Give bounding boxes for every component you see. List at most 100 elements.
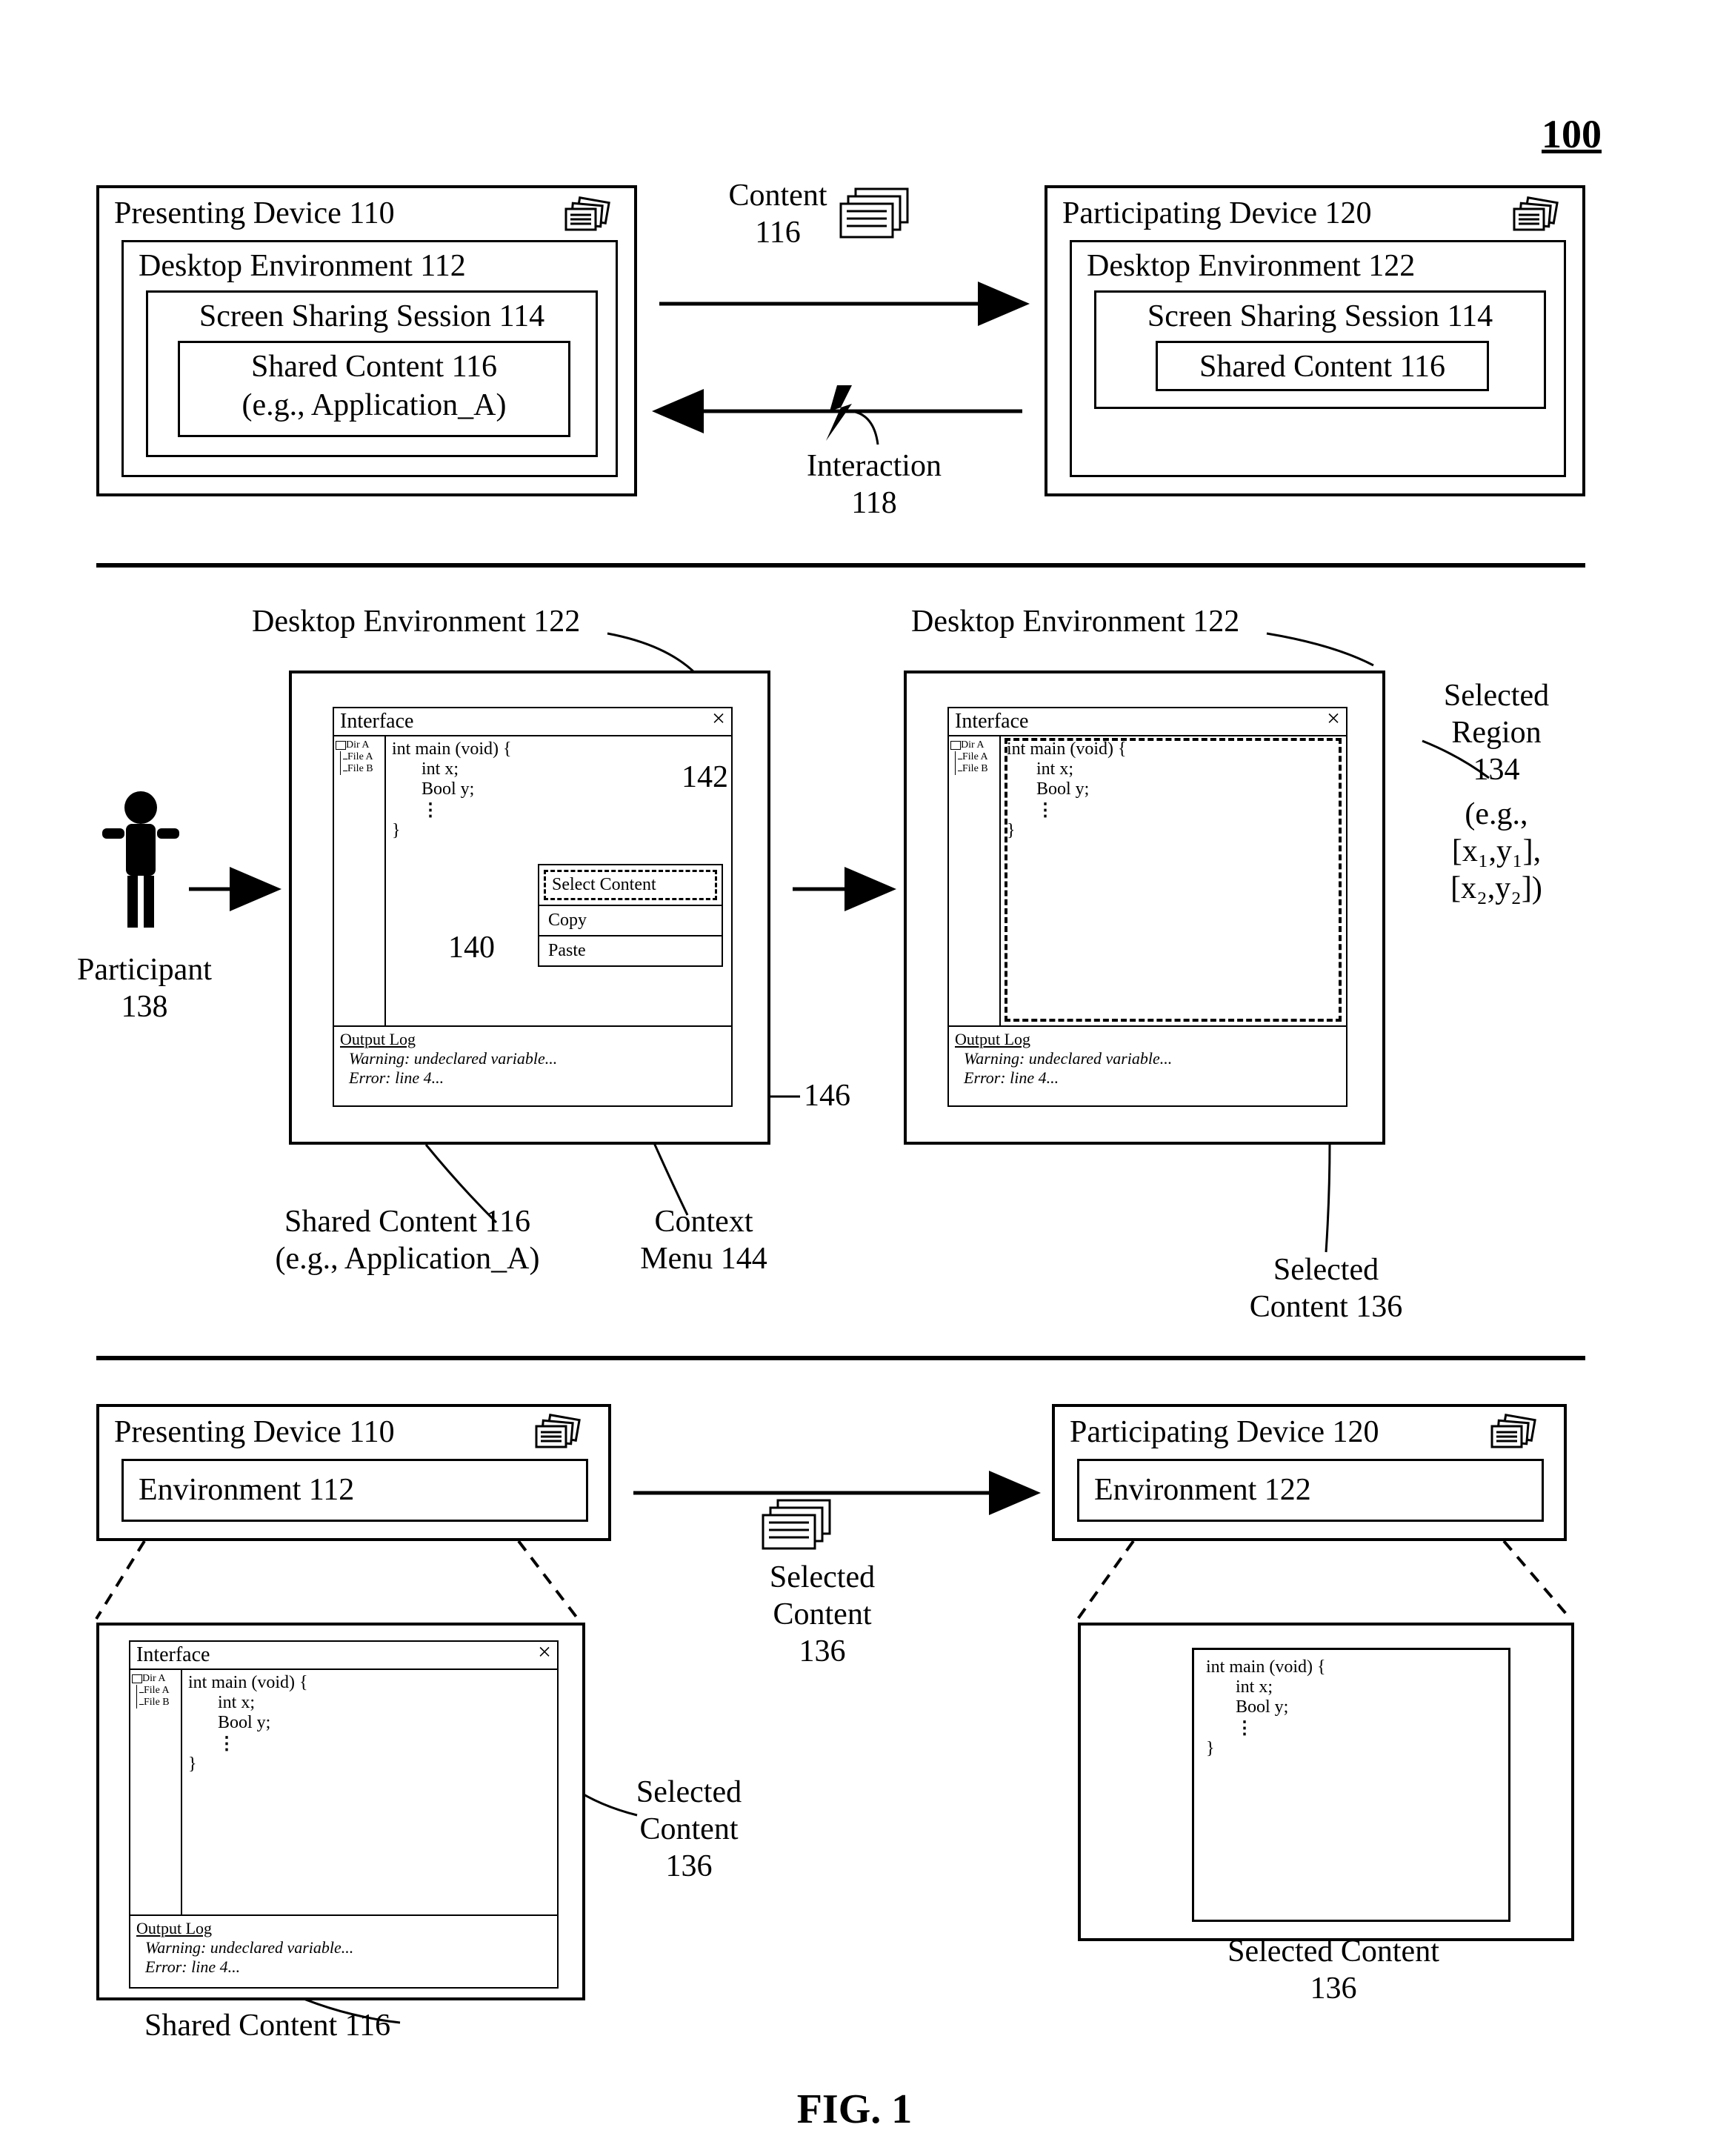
close-icon[interactable]: × — [712, 710, 725, 733]
log-line-r: Warning: undeclared variable... — [955, 1049, 1340, 1068]
close-icon[interactable]: × — [538, 1643, 551, 1667]
interface-window-right: Interface × Dir A File A File B int main… — [947, 707, 1347, 1107]
sel-region-eg1: (e.g., — [1422, 796, 1570, 832]
close-icon[interactable]: × — [1327, 710, 1340, 733]
sel-region-num: 134 — [1422, 752, 1570, 788]
shared-content-mid-eg: (e.g., Application_A) — [259, 1241, 556, 1277]
sel-region-1: Selected — [1422, 678, 1570, 713]
interface-titlebar-bl: Interface × — [130, 1642, 557, 1670]
code-pane-bl: int main (void) { int x; Bool y; ⋮ } — [182, 1670, 557, 1914]
log-line-r: Error: line 4... — [955, 1068, 1340, 1088]
menu-item-select[interactable]: Select Content — [544, 870, 717, 900]
tree-dir-bl: Dir A — [142, 1673, 166, 1684]
sel-content-mid-2: Content 136 — [1215, 1289, 1437, 1325]
log-title: Output Log — [340, 1030, 416, 1048]
sel-content-br: Selected Content — [1185, 1934, 1482, 1969]
sel-region-eg2: [x₁,y₁], — [1422, 834, 1570, 869]
presenting-device-bot: Presenting Device 110 Environment 112 — [96, 1404, 611, 1541]
participating-title-bot: Participating Device 120 — [1070, 1414, 1379, 1450]
shared-content-mid: Shared Content 116 — [259, 1204, 556, 1240]
ref-142: 142 — [682, 759, 728, 795]
code-pane-br: int main (void) { int x; Bool y; ⋮ } — [1194, 1650, 1508, 1766]
env-right-label: Desktop Environment 122 — [911, 604, 1239, 639]
file-tree-bl: Dir A File A File B — [130, 1670, 182, 1914]
tree-dir: Dir A — [346, 739, 370, 751]
env-title-bot-p: Environment 122 — [1094, 1472, 1311, 1508]
tree-fa-bl: File A — [144, 1685, 170, 1696]
ref-140: 140 — [448, 930, 495, 965]
code-line: int main (void) { — [1206, 1657, 1496, 1677]
interface-title-text: Interface — [340, 710, 413, 733]
context-menu[interactable]: Select Content Copy Paste — [538, 864, 723, 967]
sel-content-cn: 136 — [748, 1634, 896, 1669]
person-icon — [96, 785, 185, 948]
sel-content-bl2: Content — [615, 1811, 763, 1847]
output-log-r: Output Log Warning: undeclared variable.… — [949, 1025, 1346, 1091]
file-tree: Dir A File A File B — [334, 736, 386, 1025]
output-log: Output Log Warning: undeclared variable.… — [334, 1025, 731, 1091]
sel-content-brn: 136 — [1185, 1971, 1482, 2006]
interface-titlebar-r: Interface × — [949, 708, 1346, 736]
code-line: Bool y; — [392, 779, 725, 799]
tree-fb-bl: File B — [144, 1697, 170, 1708]
sel-content-mid-1: Selected — [1215, 1252, 1437, 1288]
sel-content-c1: Selected — [748, 1560, 896, 1595]
code-line: } — [1206, 1739, 1496, 1759]
tree-file-b: File B — [347, 763, 373, 774]
desktop-env-left: Interface × Dir A File A File B int main… — [289, 671, 770, 1145]
docs-icon — [1485, 1413, 1544, 1457]
tree-file-a: File A — [347, 751, 373, 762]
participant-label: Participant — [70, 952, 219, 988]
sel-region-eg3: [x₂,y₂]) — [1422, 871, 1570, 906]
vdots-bl: ⋮ — [188, 1733, 551, 1754]
sel-content-c2: Content — [748, 1597, 896, 1632]
tree-dir-r: Dir A — [961, 739, 985, 751]
expanded-env-left: Interface × Dir A File A File B int main… — [96, 1623, 585, 2000]
vdots: ⋮ — [392, 799, 725, 821]
ref-146: 146 — [804, 1078, 850, 1114]
code-line: Bool y; — [188, 1713, 551, 1733]
code-line: } — [392, 821, 725, 841]
sel-region-2: Region — [1422, 715, 1570, 751]
code-line: } — [188, 1754, 551, 1774]
sel-content-bln: 136 — [615, 1849, 763, 1884]
tree-file-b-r: File B — [962, 763, 988, 774]
log-line: Error: line 4... — [340, 1068, 725, 1088]
code-line: int main (void) { — [188, 1673, 551, 1693]
vdots-br: ⋮ — [1206, 1717, 1496, 1739]
shared-content-bot: Shared Content 116 — [144, 2008, 390, 2043]
figure-title: FIG. 1 — [0, 2086, 1709, 2133]
code-line: int x; — [188, 1693, 551, 1713]
log-title-bl: Output Log — [136, 1919, 212, 1937]
context-menu-l1: Context — [630, 1204, 778, 1240]
env-box-bot: Environment 112 — [121, 1459, 588, 1522]
expanded-env-right: int main (void) { int x; Bool y; ⋮ } — [1078, 1623, 1574, 1941]
code-line: int x; — [1206, 1677, 1496, 1697]
log-line: Warning: undeclared variable... — [340, 1049, 725, 1068]
presenting-title-bot: Presenting Device 110 — [114, 1414, 395, 1450]
context-menu-l2: Menu 144 — [630, 1241, 778, 1277]
menu-item-copy[interactable]: Copy — [539, 905, 722, 935]
log-line-bl: Warning: undeclared variable... — [136, 1938, 551, 1957]
participating-device-bot: Participating Device 120 Environment 122 — [1052, 1404, 1567, 1541]
interface-window-left: Interface × Dir A File A File B int main… — [333, 707, 733, 1107]
code-line: Bool y; — [1206, 1697, 1496, 1717]
docs-icon — [529, 1413, 588, 1457]
desktop-env-right: Interface × Dir A File A File B int main… — [904, 671, 1385, 1145]
interface-title-text-r: Interface — [955, 710, 1028, 733]
file-tree-r: Dir A File A File B — [949, 736, 1001, 1025]
sel-content-bl1: Selected — [615, 1774, 763, 1810]
env-left-label: Desktop Environment 122 — [252, 604, 580, 639]
code-line: int x; — [392, 759, 725, 779]
menu-item-paste[interactable]: Paste — [539, 935, 722, 965]
env-box-bot-p: Environment 122 — [1077, 1459, 1544, 1522]
tree-file-a-r: File A — [962, 751, 988, 762]
participant-num: 138 — [70, 989, 219, 1025]
interface-window-bl: Interface × Dir A File A File B int main… — [129, 1640, 559, 1989]
log-title-r: Output Log — [955, 1030, 1030, 1048]
output-log-bl: Output Log Warning: undeclared variable.… — [130, 1914, 557, 1980]
selected-content-pane: int main (void) { int x; Bool y; ⋮ } — [1192, 1648, 1510, 1922]
selected-region[interactable] — [1005, 738, 1342, 1022]
code-pane: int main (void) { int x; Bool y; ⋮ } Sel… — [386, 736, 731, 1025]
log-line-bl: Error: line 4... — [136, 1957, 551, 1977]
